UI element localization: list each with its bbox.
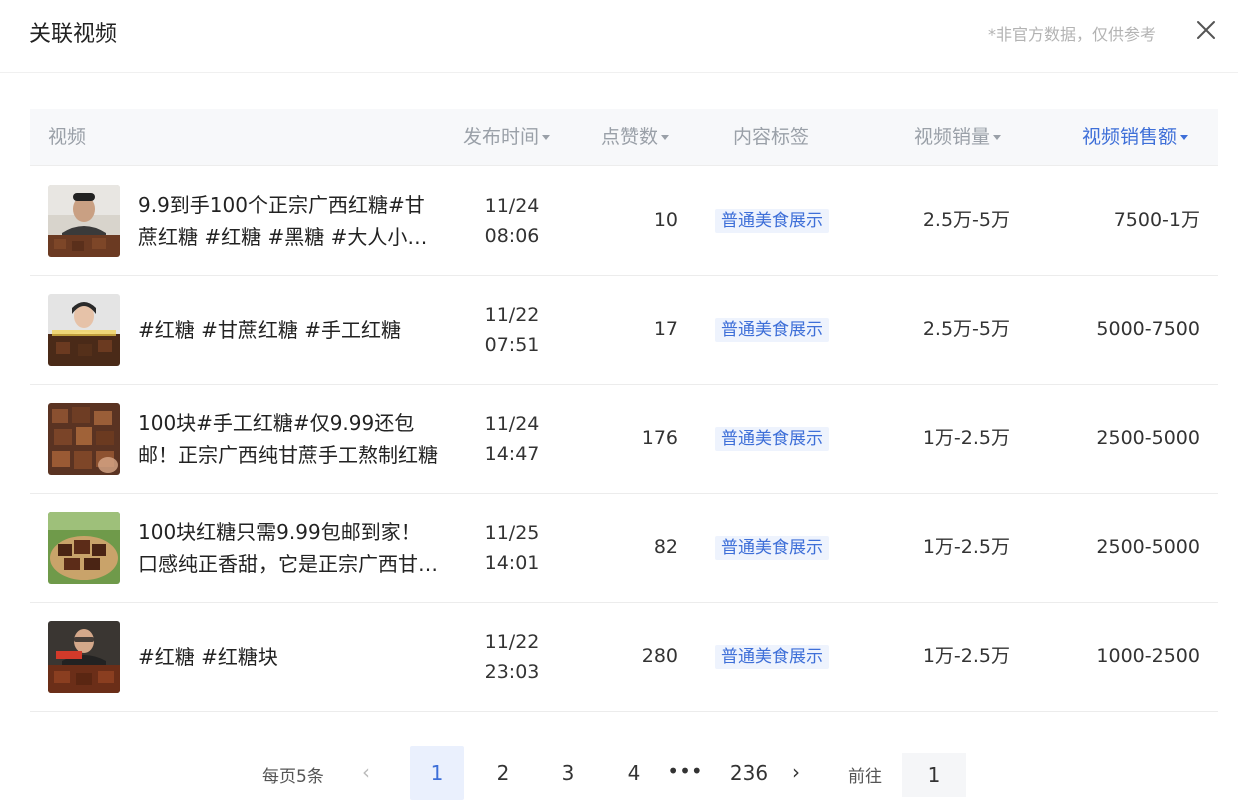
content-tag: 普通美食展示 [715, 209, 829, 233]
column-header-video-sales-amount[interactable]: 视频销售额 [1082, 109, 1189, 165]
likes-count: 176 [641, 427, 678, 449]
next-page-button[interactable]: › [792, 760, 800, 784]
column-header-publish-time[interactable]: 发布时间 [463, 109, 551, 165]
video-thumbnail[interactable] [48, 403, 120, 475]
likes-count: 17 [653, 318, 678, 340]
dialog-header: 关联视频 *非官方数据，仅供参考 [0, 0, 1238, 73]
close-icon [1197, 21, 1215, 39]
table-header: 视频 发布时间 点赞数 内容标签 视频销量 视频销售额 [30, 109, 1218, 166]
column-header-content-tag: 内容标签 [733, 126, 810, 148]
close-button[interactable] [1194, 18, 1218, 42]
dialog-title: 关联视频 [29, 22, 118, 47]
likes-count: 82 [653, 536, 678, 558]
video-sales-amount: 1000-2500 [1096, 645, 1200, 667]
chevron-left-icon: ‹ [362, 760, 370, 784]
video-title[interactable]: #红糖 #甘蔗红糖 #手工红糖 [138, 275, 438, 384]
page-button-1[interactable]: 1 [410, 746, 464, 800]
sort-caret-icon [661, 135, 670, 140]
page-button-3[interactable]: 3 [541, 746, 595, 800]
video-sales: 1万-2.5万 [922, 536, 1010, 558]
publish-time: 11/25 14:01 [484, 522, 540, 574]
column-header-video: 视频 [48, 126, 87, 148]
video-thumbnail[interactable] [48, 621, 120, 693]
publish-time: 11/24 14:47 [484, 413, 540, 465]
content-tag: 普通美食展示 [715, 318, 829, 342]
video-sales: 2.5万-5万 [922, 209, 1010, 231]
video-title[interactable]: 100块#手工红糖#仅9.99还包邮！正宗广西纯甘蔗手工熬制红糖 [138, 384, 438, 493]
page-size-label: 每页5条 [262, 767, 324, 787]
goto-page-input[interactable] [902, 753, 966, 797]
sort-caret-icon [1180, 135, 1189, 140]
page-button-4[interactable]: 4 [607, 746, 661, 800]
video-sales: 2.5万-5万 [922, 318, 1010, 340]
likes-count: 10 [653, 209, 678, 231]
video-thumbnail[interactable] [48, 512, 120, 584]
video-sales-amount: 7500-1万 [1113, 209, 1200, 231]
table-row[interactable]: #红糖 #红糖块 11/22 23:03 280 普通美食展示 1万-2.5万 1… [30, 602, 1218, 712]
page-button-last[interactable]: 236 [722, 746, 776, 800]
column-header-likes[interactable]: 点赞数 [601, 109, 670, 165]
video-title[interactable]: #红糖 #红糖块 [138, 602, 438, 711]
content-tag: 普通美食展示 [715, 536, 829, 560]
content-tag: 普通美食展示 [715, 427, 829, 451]
table-row[interactable]: #红糖 #甘蔗红糖 #手工红糖 11/22 07:51 17 普通美食展示 2.5… [30, 275, 1218, 385]
table-row[interactable]: 9.9到手100个正宗广西红糖#甘蔗红糖 #红糖 #黑糖 #大人小孩都爱吃 11… [30, 166, 1218, 276]
page-button-2[interactable]: 2 [476, 746, 530, 800]
publish-time: 11/22 23:03 [484, 631, 540, 683]
sort-caret-icon [542, 135, 551, 140]
likes-count: 280 [641, 645, 678, 667]
sort-caret-icon [993, 135, 1002, 140]
goto-label: 前往 [848, 767, 882, 787]
prev-page-button[interactable]: ‹ [362, 760, 370, 784]
publish-time: 11/24 08:06 [484, 195, 540, 247]
video-title[interactable]: 100块红糖只需9.99包邮到家！口感纯正香甜，它是正宗广西甘蔗红糖 [138, 493, 438, 602]
video-sales-amount: 5000-7500 [1096, 318, 1200, 340]
column-header-video-sales[interactable]: 视频销量 [914, 109, 1002, 165]
video-thumbnail[interactable] [48, 185, 120, 257]
table-row[interactable]: 100块红糖只需9.99包邮到家！口感纯正香甜，它是正宗广西甘蔗红糖 11/25… [30, 493, 1218, 603]
disclaimer-note: *非官方数据，仅供参考 [987, 25, 1156, 44]
video-title[interactable]: 9.9到手100个正宗广西红糖#甘蔗红糖 #红糖 #黑糖 #大人小孩都爱吃 [138, 166, 438, 275]
pagination: 每页5条 ‹ 1 2 3 4 ••• 236 › 前往 [0, 746, 1238, 800]
chevron-right-icon: › [792, 760, 800, 784]
table-row[interactable]: 100块#手工红糖#仅9.99还包邮！正宗广西纯甘蔗手工熬制红糖 11/24 14… [30, 384, 1218, 494]
video-sales-amount: 2500-5000 [1096, 536, 1200, 558]
publish-time: 11/22 07:51 [484, 304, 540, 356]
more-pages-button[interactable]: ••• [660, 746, 710, 800]
content-tag: 普通美食展示 [715, 645, 829, 669]
video-sales: 1万-2.5万 [922, 427, 1010, 449]
video-thumbnail[interactable] [48, 294, 120, 366]
video-sales: 1万-2.5万 [922, 645, 1010, 667]
video-sales-amount: 2500-5000 [1096, 427, 1200, 449]
